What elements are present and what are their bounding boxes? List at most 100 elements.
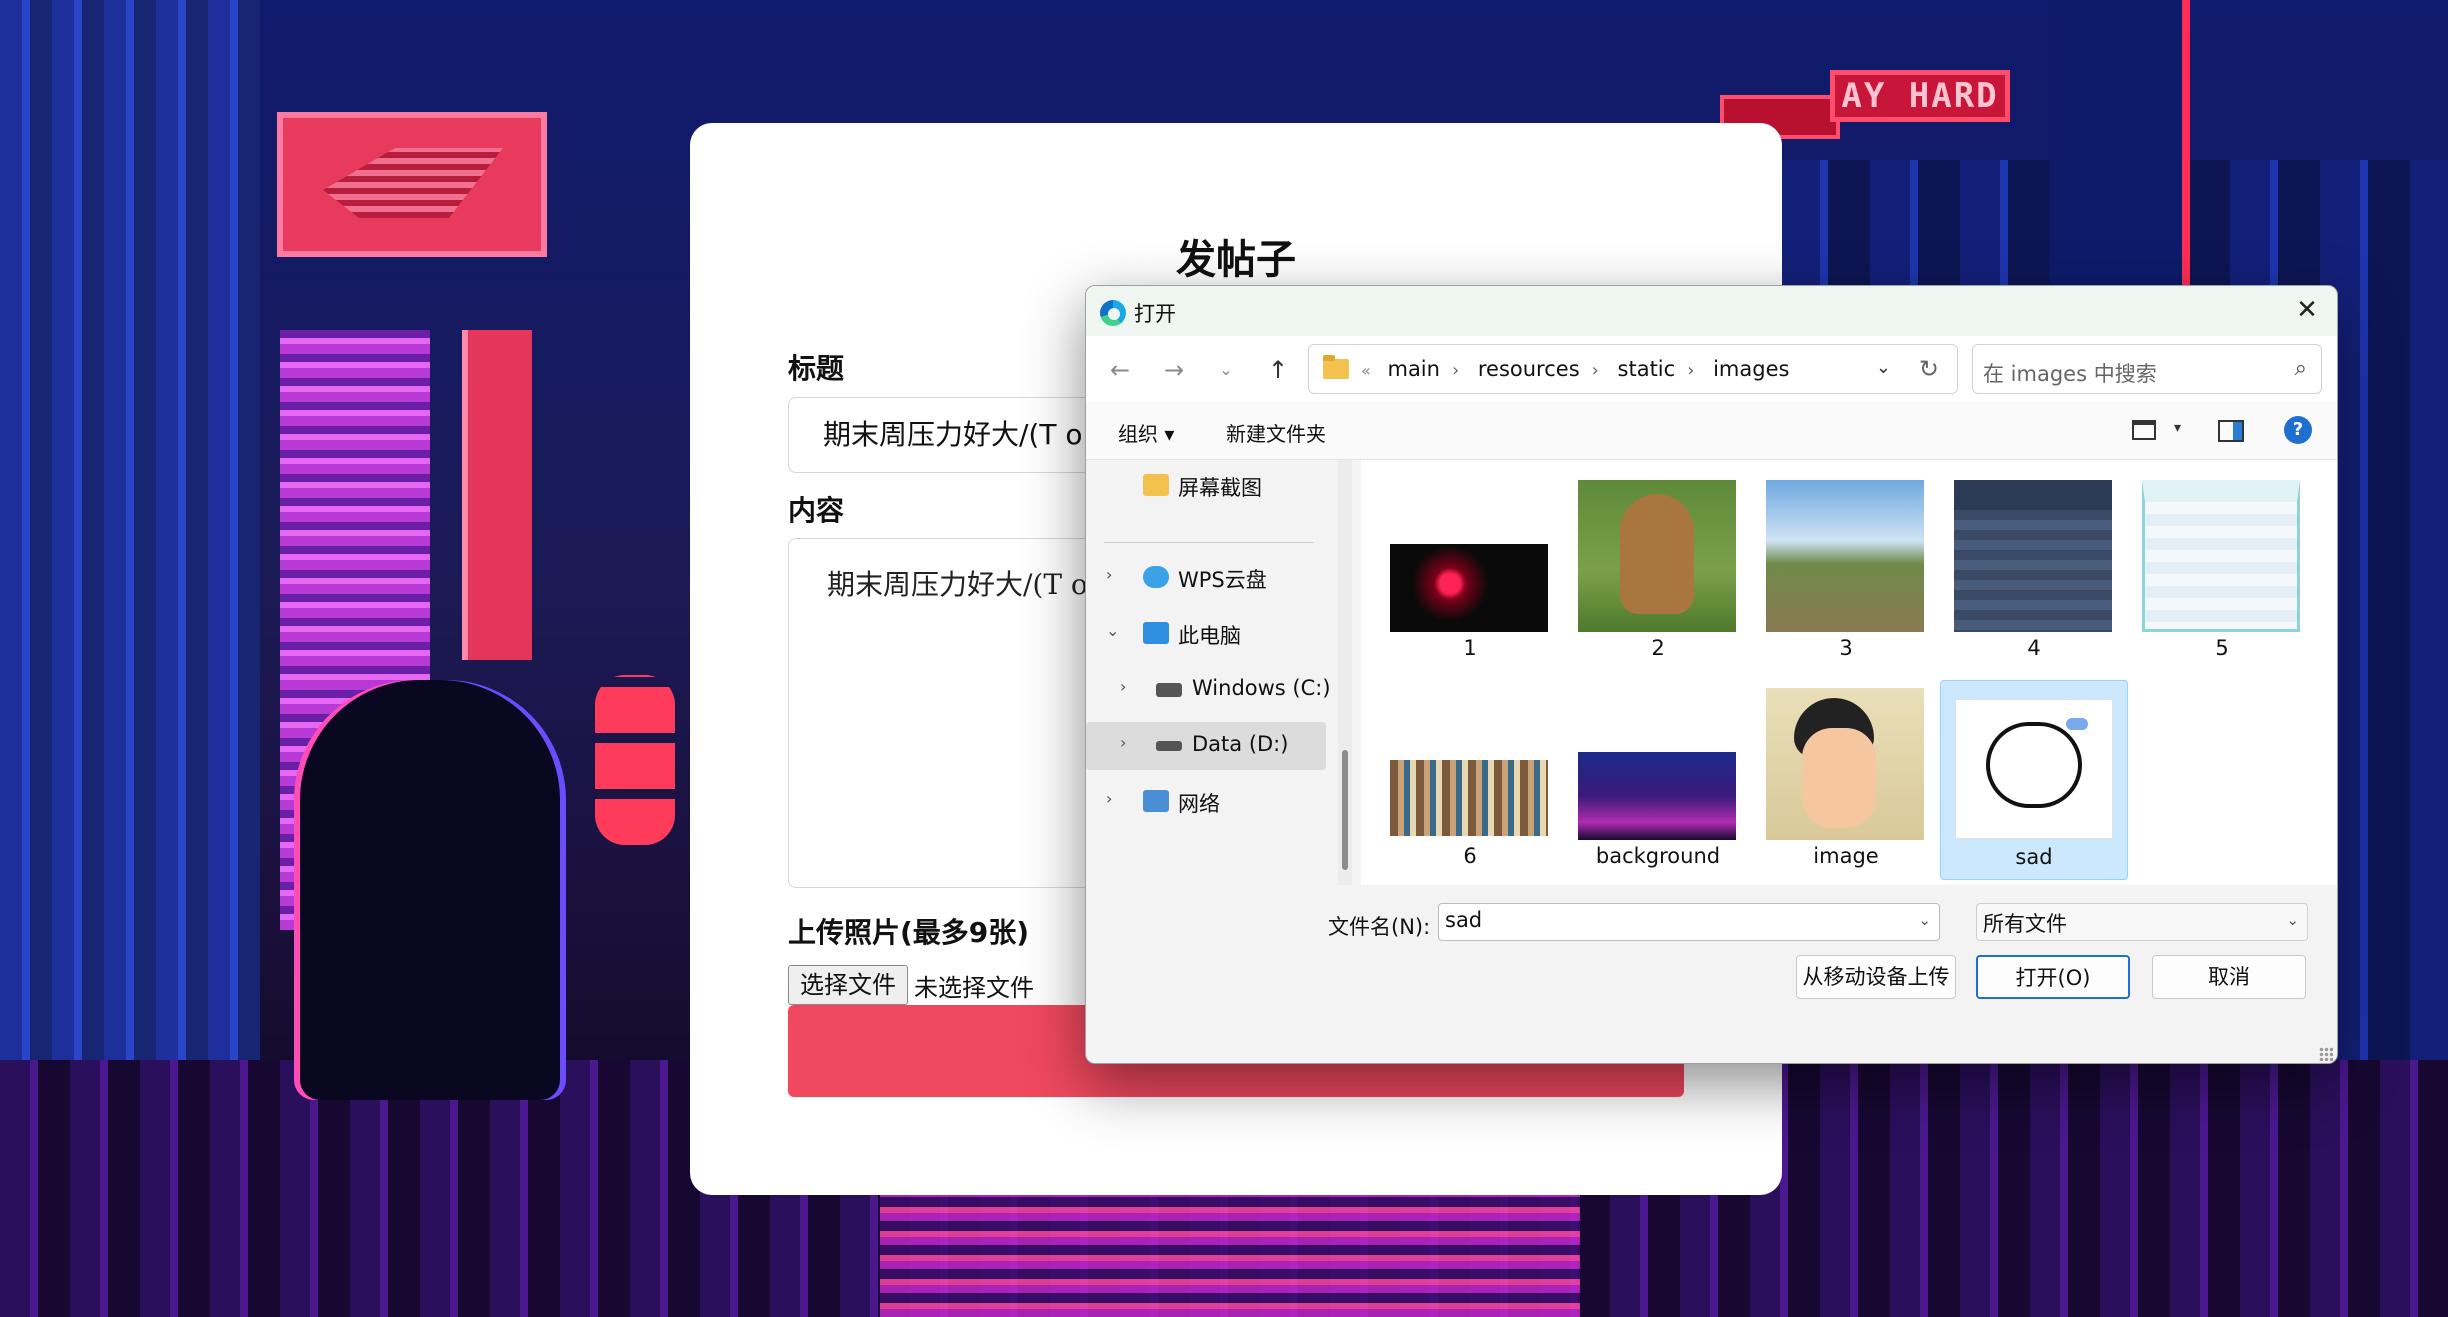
sidebar-scrollbar[interactable] (1338, 460, 1352, 885)
file-name: sad (2015, 845, 2053, 869)
sidebar-item-windows-c[interactable]: › Windows (C:) (1086, 666, 1331, 714)
upload-label: 上传照片(最多9张) (788, 916, 1030, 949)
up-arrow-icon[interactable]: ↑ (1260, 352, 1296, 388)
sidebar-item-this-pc[interactable]: ⌄ 此电脑 (1086, 610, 1326, 658)
wallpaper-person-silhouette (300, 680, 560, 1100)
breadcrumb-separator-icon: › (1591, 360, 1599, 381)
file-tile-6[interactable]: 6 (1376, 680, 1564, 880)
edge-icon (1100, 300, 1126, 326)
search-placeholder: 在 images 中搜索 (1983, 362, 2157, 386)
filetype-select[interactable]: 所有文件 ⌄ (1976, 903, 2308, 941)
file-status-text: 未选择文件 (914, 974, 1034, 1002)
choose-file-button[interactable]: 选择文件 (788, 965, 908, 1005)
upload-from-mobile-button[interactable]: 从移动设备上传 (1796, 955, 1956, 999)
open-button[interactable]: 打开(O) (1976, 955, 2130, 999)
breadcrumb: « main › resources › static › images (1361, 357, 1789, 381)
cancel-button[interactable]: 取消 (2152, 955, 2306, 999)
new-folder-button[interactable]: 新建文件夹 (1226, 418, 1326, 447)
chevron-down-icon[interactable]: ⌄ (1106, 621, 1119, 640)
dialog-footer: 文件名(N): sad ⌄ 所有文件 ⌄ 从移动设备上传 打开(O) 取消 (1086, 885, 2337, 1063)
dialog-title: 打开 (1134, 302, 1176, 326)
sidebar-item-label: 此电脑 (1178, 624, 1241, 648)
title-label: 标题 (788, 352, 845, 385)
cloud-icon (1143, 566, 1169, 588)
recent-locations-chevron-icon[interactable]: ⌄ (1208, 352, 1244, 388)
file-name: 1 (1463, 636, 1477, 660)
breadcrumb-overflow[interactable]: « (1361, 361, 1371, 380)
file-name: 4 (2027, 636, 2041, 660)
wallpaper-hard-sign: AY HARD (1830, 70, 2010, 122)
view-mode-chevron-icon[interactable]: ▾ (2174, 420, 2181, 436)
file-tile-3[interactable]: 3 (1752, 472, 1940, 672)
file-open-dialog: 打开 ✕ ← → ⌄ ↑ « main › resources › static › … (1085, 285, 2338, 1064)
wallpaper-neon-strip (880, 1180, 1580, 1317)
address-bar[interactable]: « main › resources › static › images ⌄ ↻ (1308, 344, 1958, 394)
cartoon-bear-thumbnail (1578, 480, 1736, 632)
chevron-down-icon[interactable]: ⌄ (1918, 911, 1931, 929)
command-bar: 组织 ▾ 新建文件夹 ▾ ? (1086, 402, 2337, 460)
file-name: 5 (2215, 636, 2229, 660)
close-button[interactable]: ✕ (2289, 292, 2325, 328)
sidebar-item-label: Data (D:) (1192, 732, 1289, 756)
breadcrumb-images[interactable]: images (1713, 357, 1789, 381)
sidebar-item-screenshots[interactable]: 屏幕截图 (1086, 462, 1326, 510)
sidebar-divider (1104, 542, 1314, 543)
mountain-landscape-thumbnail (1766, 480, 1924, 632)
filename-label: 文件名(N): (1328, 915, 1431, 939)
file-tile-1[interactable]: 1 (1376, 472, 1564, 672)
dark-red-glow-thumbnail (1390, 544, 1548, 632)
search-icon[interactable]: ⌕ (2295, 356, 2307, 381)
back-arrow-icon[interactable]: ← (1102, 352, 1138, 388)
sidebar-item-label: WPS云盘 (1178, 568, 1267, 592)
scrollbar-thumb[interactable] (1342, 750, 1348, 870)
page-title: 发帖子 (1176, 237, 1296, 283)
organize-menu[interactable]: 组织 ▾ (1118, 418, 1174, 447)
pixel-city-thumbnail (1578, 752, 1736, 840)
file-grid: 1 2 3 4 5 6 background image sad (1361, 460, 2337, 885)
university-ranking-table-thumbnail (1954, 480, 2112, 632)
file-name: image (1813, 844, 1879, 868)
computer-icon (1143, 622, 1169, 644)
sad-cloud-sticker-thumbnail (1955, 699, 2113, 839)
breadcrumb-resources[interactable]: resources (1478, 357, 1580, 381)
file-tile-sad[interactable]: sad (1940, 680, 2128, 880)
sidebar-item-data-d[interactable]: › Data (D:) (1086, 722, 1326, 770)
drive-icon (1156, 683, 1182, 697)
chevron-right-icon[interactable]: › (1106, 565, 1112, 584)
preview-pane-icon[interactable] (2218, 420, 2244, 442)
sidebar-item-label: Windows (C:) (1192, 676, 1331, 700)
network-icon (1143, 790, 1169, 812)
file-tile-background[interactable]: background (1564, 680, 1752, 880)
help-icon[interactable]: ? (2284, 416, 2312, 444)
folder-icon (1143, 474, 1169, 496)
content-label: 内容 (788, 494, 845, 527)
address-dropdown-chevron-icon[interactable]: ⌄ (1876, 357, 1891, 378)
chevron-right-icon[interactable]: › (1106, 789, 1112, 808)
filename-input[interactable]: sad ⌄ (1438, 903, 1940, 941)
file-tile-5[interactable]: 5 (2128, 472, 2316, 672)
forward-arrow-icon[interactable]: → (1156, 352, 1192, 388)
sidebar-item-network[interactable]: › 网络 (1086, 778, 1326, 826)
breadcrumb-separator-icon: › (1687, 360, 1695, 381)
filename-value: sad (1445, 908, 1483, 932)
view-mode-icon[interactable] (2132, 420, 2156, 440)
file-tile-2[interactable]: 2 (1564, 472, 1752, 672)
breadcrumb-static[interactable]: static (1618, 357, 1676, 381)
filetype-value: 所有文件 (1983, 912, 2067, 936)
folder-icon (1323, 355, 1349, 379)
navigation-pane: 屏幕截图 › WPS云盘 ⌄ 此电脑 › Windows (C:) › Data… (1086, 460, 1356, 885)
breadcrumb-main[interactable]: main (1387, 357, 1439, 381)
chevron-right-icon[interactable]: › (1120, 677, 1126, 696)
file-tile-image[interactable]: image (1752, 680, 1940, 880)
wallpaper-rog-sign (277, 112, 547, 257)
resize-grip-icon[interactable] (2319, 1047, 2333, 1061)
file-tile-4[interactable]: 4 (1940, 472, 2128, 672)
refresh-icon[interactable]: ↻ (1919, 355, 1939, 383)
dialog-titlebar: 打开 ✕ (1086, 286, 2337, 336)
chevron-right-icon[interactable]: › (1120, 733, 1126, 752)
bookshelf-thumbnail (1390, 760, 1548, 836)
search-box[interactable]: 在 images 中搜索 ⌕ (1972, 344, 2322, 394)
sidebar-item-wps-cloud[interactable]: › WPS云盘 (1086, 554, 1326, 602)
chevron-down-icon[interactable]: ⌄ (2286, 911, 2299, 929)
sidebar-item-label: 网络 (1178, 792, 1220, 816)
